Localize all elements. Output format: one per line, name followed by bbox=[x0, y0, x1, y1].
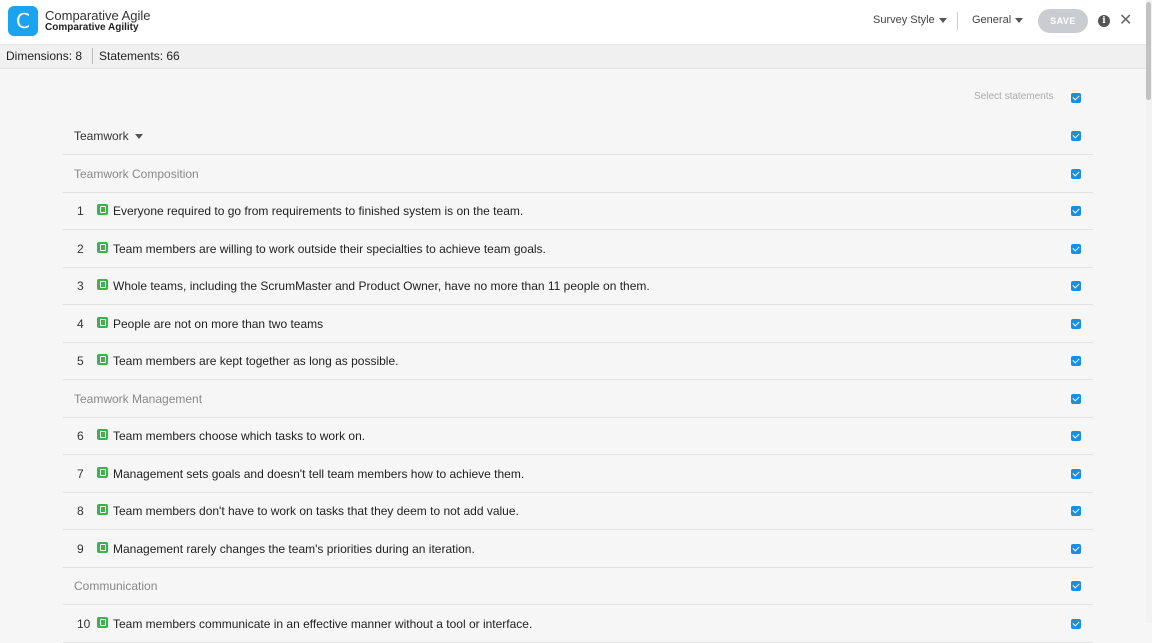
statement-number: 3 bbox=[77, 279, 84, 293]
statement-number: 6 bbox=[77, 429, 84, 443]
statement-checkbox[interactable] bbox=[1071, 356, 1081, 366]
edit-icon[interactable] bbox=[97, 354, 108, 365]
general-dropdown[interactable]: General bbox=[972, 14, 1024, 26]
statement-text: Team members choose which tasks to work … bbox=[113, 429, 366, 443]
statement-text: Everyone required to go from requirement… bbox=[113, 204, 524, 218]
select-all-checkbox[interactable] bbox=[1071, 93, 1081, 103]
statement-number: 7 bbox=[77, 467, 84, 481]
statement-row: 7 Management sets goals and doesn't tell … bbox=[63, 456, 1093, 493]
statement-row: 6 Team members choose which tasks to work… bbox=[63, 418, 1093, 455]
statement-text: Team members are willing to work outside… bbox=[113, 242, 546, 256]
subdimension-label: Teamwork Management bbox=[74, 392, 203, 406]
dimension-label: Teamwork bbox=[74, 129, 129, 143]
edit-icon[interactable] bbox=[97, 204, 108, 215]
edit-icon[interactable] bbox=[97, 542, 108, 553]
statement-row: 1 Everyone required to go from requiremen… bbox=[63, 193, 1093, 230]
statement-text: Management sets goals and doesn't tell t… bbox=[113, 467, 525, 481]
statement-number: 8 bbox=[77, 504, 84, 518]
statement-number: 4 bbox=[77, 317, 84, 331]
dimension-row[interactable]: Teamwork bbox=[63, 118, 1093, 155]
statement-number: 1 bbox=[77, 204, 84, 218]
statement-number: 9 bbox=[77, 542, 84, 556]
caret-down-icon bbox=[134, 134, 143, 140]
statement-checkbox[interactable] bbox=[1071, 469, 1081, 479]
statement-checkbox[interactable] bbox=[1071, 431, 1081, 441]
statement-number: 5 bbox=[77, 354, 84, 368]
statement-row: 5 Team members are kept together as long … bbox=[63, 343, 1093, 380]
statement-text: Team members don't have to work on tasks… bbox=[113, 504, 519, 518]
dimension-dropdown[interactable]: Teamwork bbox=[74, 129, 143, 143]
info-icon[interactable]: i bbox=[1098, 15, 1110, 27]
statement-number: 10 bbox=[77, 617, 91, 631]
statements-count: Statements: 66 bbox=[99, 49, 180, 63]
edit-icon[interactable] bbox=[97, 429, 108, 440]
statement-row: 10 Team members communicate in an effecti… bbox=[63, 606, 1093, 643]
app-subtitle: Comparative Agility bbox=[45, 22, 139, 33]
statement-text: Team members communicate in an effective… bbox=[113, 617, 533, 631]
statement-row: 9 Management rarely changes the team's pr… bbox=[63, 531, 1093, 568]
subdimension-label: Communication bbox=[74, 579, 158, 593]
select-statements-label: Select statements bbox=[974, 91, 1054, 102]
statement-text: People are not on more than two teams bbox=[113, 317, 324, 331]
summary-divider bbox=[92, 48, 93, 64]
save-button[interactable]: SAVE bbox=[1038, 9, 1088, 33]
subdimension-checkbox[interactable] bbox=[1071, 169, 1081, 179]
caret-down-icon bbox=[938, 17, 947, 23]
subdimension-row: Teamwork Management bbox=[63, 381, 1093, 418]
caret-down-icon bbox=[1015, 17, 1024, 23]
statement-row: 2 Team members are willing to work outsid… bbox=[63, 231, 1093, 268]
edit-icon[interactable] bbox=[97, 279, 108, 290]
statement-text: Team members are kept together as long a… bbox=[113, 354, 399, 368]
dimension-checkbox[interactable] bbox=[1071, 131, 1081, 141]
edit-icon[interactable] bbox=[97, 467, 108, 478]
statement-row: 8 Team members don't have to work on task… bbox=[63, 493, 1093, 530]
app-title: Comparative Agile bbox=[45, 8, 151, 23]
survey-style-dropdown[interactable]: Survey Style bbox=[873, 14, 947, 26]
subdimension-row: Communication bbox=[63, 568, 1093, 605]
header-divider bbox=[957, 12, 958, 30]
statement-row: 3 Whole teams, including the ScrumMaster … bbox=[63, 268, 1093, 305]
statement-number: 2 bbox=[77, 242, 84, 256]
statement-text: Whole teams, including the ScrumMaster a… bbox=[113, 279, 650, 293]
scrollbar-thumb[interactable] bbox=[1146, 2, 1151, 100]
app-logo-icon: C bbox=[8, 6, 38, 36]
dimensions-count: Dimensions: 8 bbox=[6, 49, 83, 63]
close-icon[interactable]: ✕ bbox=[1119, 11, 1132, 29]
statement-text: Management rarely changes the team's pri… bbox=[113, 542, 475, 556]
subdimension-checkbox[interactable] bbox=[1071, 394, 1081, 404]
subdimension-row: Teamwork Composition bbox=[63, 156, 1093, 193]
app-header: C Comparative Agile Comparative Agility … bbox=[0, 0, 1146, 45]
edit-icon[interactable] bbox=[97, 317, 108, 328]
subdimension-label: Teamwork Composition bbox=[74, 167, 199, 181]
statement-checkbox[interactable] bbox=[1071, 506, 1081, 516]
survey-style-label: Survey Style bbox=[873, 14, 935, 26]
general-label: General bbox=[972, 14, 1012, 26]
subdimension-checkbox[interactable] bbox=[1071, 581, 1081, 591]
statement-checkbox[interactable] bbox=[1071, 244, 1081, 254]
statement-checkbox[interactable] bbox=[1071, 544, 1081, 554]
statement-row: 4 People are not on more than two teams bbox=[63, 306, 1093, 343]
statement-checkbox[interactable] bbox=[1071, 319, 1081, 329]
summary-bar: Dimensions: 8 Statements: 66 bbox=[0, 45, 1146, 69]
edit-icon[interactable] bbox=[97, 504, 108, 515]
statement-checkbox[interactable] bbox=[1071, 281, 1081, 291]
edit-icon[interactable] bbox=[97, 242, 108, 253]
statement-checkbox[interactable] bbox=[1071, 619, 1081, 629]
statement-checkbox[interactable] bbox=[1071, 206, 1081, 216]
